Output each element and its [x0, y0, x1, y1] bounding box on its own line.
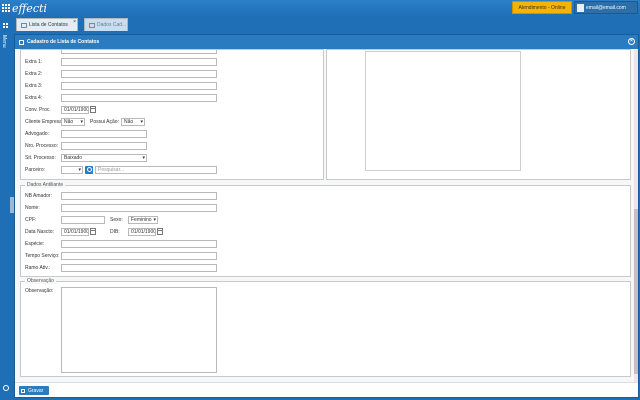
tempo-servico-label: Tempo Serviço: — [25, 253, 60, 259]
tab-bar: Lista de Contatos × Dados Cad... — [12, 17, 640, 32]
extra0-input-partial[interactable] — [61, 50, 217, 54]
folder-icon — [89, 22, 95, 28]
scrollbar-thumb[interactable] — [634, 209, 638, 374]
sit-processo-label: Sit. Processo: — [25, 155, 56, 161]
extra4-label: Extra 4: — [25, 95, 43, 101]
observacao-textarea[interactable] — [61, 287, 217, 373]
parceiro-select[interactable] — [61, 166, 83, 174]
window-title: Cadastro de Lista de Contatos — [27, 39, 100, 45]
power-icon[interactable] — [3, 385, 9, 391]
tab-label: Dados Cad... — [97, 22, 127, 28]
cpf-input[interactable] — [61, 216, 105, 224]
close-icon[interactable]: × — [628, 38, 635, 45]
especie-label: Espécie: — [25, 241, 45, 247]
nro-processo-label: Nro. Processo: — [25, 143, 59, 149]
window-icon — [19, 39, 24, 45]
extra3-label: Extra 3: — [25, 83, 43, 89]
observacao-fieldset: Observação Observação: — [20, 278, 631, 377]
cliente-empresa-label: Cliente Empresa: — [25, 119, 64, 125]
extra3-input[interactable] — [61, 82, 217, 90]
advogado-label: Advogado: — [25, 131, 49, 137]
form-content: Extra 1: Extra 2: Extra 3: Extra 4: Conv… — [15, 49, 638, 382]
possui-acao-select[interactable]: Não — [121, 118, 145, 126]
dados-antiliante-fieldset: Dados Antiliante NB Amador: Nome: CPF: S… — [20, 182, 631, 277]
user-avatar-icon — [577, 3, 584, 12]
extra1-label: Extra 1: — [25, 59, 43, 65]
tab-lista-de-contatos[interactable]: Lista de Contatos × — [16, 18, 78, 31]
observacao-legend: Observação — [25, 278, 56, 284]
extra1-input[interactable] — [61, 58, 217, 66]
main-form-panel: Extra 1: Extra 2: Extra 3: Extra 4: Conv… — [20, 49, 324, 180]
sexo-label: Sexo: — [110, 217, 123, 223]
calendar-icon[interactable] — [90, 228, 96, 235]
dados-antiliante-legend: Dados Antiliante — [25, 182, 66, 188]
contact-list-window: Cadastro de Lista de Contatos × Extra 1:… — [14, 34, 639, 398]
search-icon[interactable] — [85, 166, 93, 174]
tab-dados-cad[interactable]: Dados Cad... — [84, 18, 128, 31]
ramo-ativ-label: Ramo Ativ.: — [25, 265, 51, 271]
conv-proc-label: Conv. Proc. — [25, 107, 51, 113]
sidebar-menu-label[interactable]: Menu — [1, 35, 7, 48]
sit-processo-select[interactable]: Baixado — [61, 154, 147, 162]
calendar-icon[interactable] — [157, 228, 163, 235]
especie-input[interactable] — [61, 240, 217, 248]
user-menu[interactable]: email@email.com — [574, 1, 638, 14]
extra2-input[interactable] — [61, 70, 217, 78]
user-email: email@email.com — [586, 4, 626, 11]
sidebar: Menu — [0, 17, 14, 400]
menu-grid-icon[interactable] — [3, 23, 9, 29]
cpf-label: CPF: — [25, 217, 37, 223]
side-panel — [326, 49, 631, 180]
tempo-servico-input[interactable] — [61, 252, 217, 260]
logo-mark-icon — [2, 3, 11, 13]
dib-input[interactable]: 01/01/1900 — [128, 228, 156, 236]
save-button[interactable]: Gravar — [19, 386, 49, 395]
side-list-box[interactable] — [365, 51, 521, 171]
save-button-label: Gravar — [28, 387, 44, 394]
data-nasc-label: Data Nascto: — [25, 229, 54, 235]
ramo-ativ-input[interactable] — [61, 264, 217, 272]
dib-label: DIB: — [110, 229, 120, 235]
calendar-icon[interactable] — [90, 106, 96, 113]
tab-label: Lista de Contatos — [29, 22, 68, 28]
logo[interactable]: effecti — [2, 1, 47, 15]
data-nasc-input[interactable]: 01/01/1900 — [61, 228, 89, 236]
close-tab-icon[interactable]: × — [73, 19, 76, 25]
sexo-select[interactable]: Feminino — [128, 216, 158, 224]
advogado-input[interactable] — [61, 130, 147, 138]
conv-proc-input[interactable]: 01/01/1900 — [61, 106, 89, 114]
logo-text: effecti — [12, 1, 47, 15]
extra2-label: Extra 2: — [25, 71, 43, 77]
nb-amador-label: NB Amador: — [25, 193, 52, 199]
list-icon — [21, 22, 27, 28]
extra4-input[interactable] — [61, 94, 217, 102]
attendance-status-label: Atendimento - Online — [518, 4, 566, 11]
nb-amador-input[interactable] — [61, 192, 217, 200]
nome-input[interactable] — [61, 204, 217, 212]
top-bar: effecti Atendimento - Online email@email… — [0, 0, 640, 17]
parceiro-label: Parceiro: — [25, 167, 46, 173]
parceiro-search-input[interactable]: Pesquisar... — [95, 166, 217, 174]
cliente-empresa-select[interactable]: Não — [61, 118, 85, 126]
attendance-status-button[interactable]: Atendimento - Online — [512, 1, 572, 14]
window-footer: Gravar — [15, 382, 638, 397]
nome-label: Nome: — [25, 205, 40, 211]
possui-acao-label: Possui Ação: — [90, 119, 119, 125]
save-icon — [21, 388, 25, 393]
vertical-scrollbar[interactable] — [634, 49, 638, 382]
nro-processo-input[interactable] — [61, 142, 147, 150]
window-header: Cadastro de Lista de Contatos × — [15, 35, 638, 49]
observacao-label: Observação: — [25, 288, 54, 294]
